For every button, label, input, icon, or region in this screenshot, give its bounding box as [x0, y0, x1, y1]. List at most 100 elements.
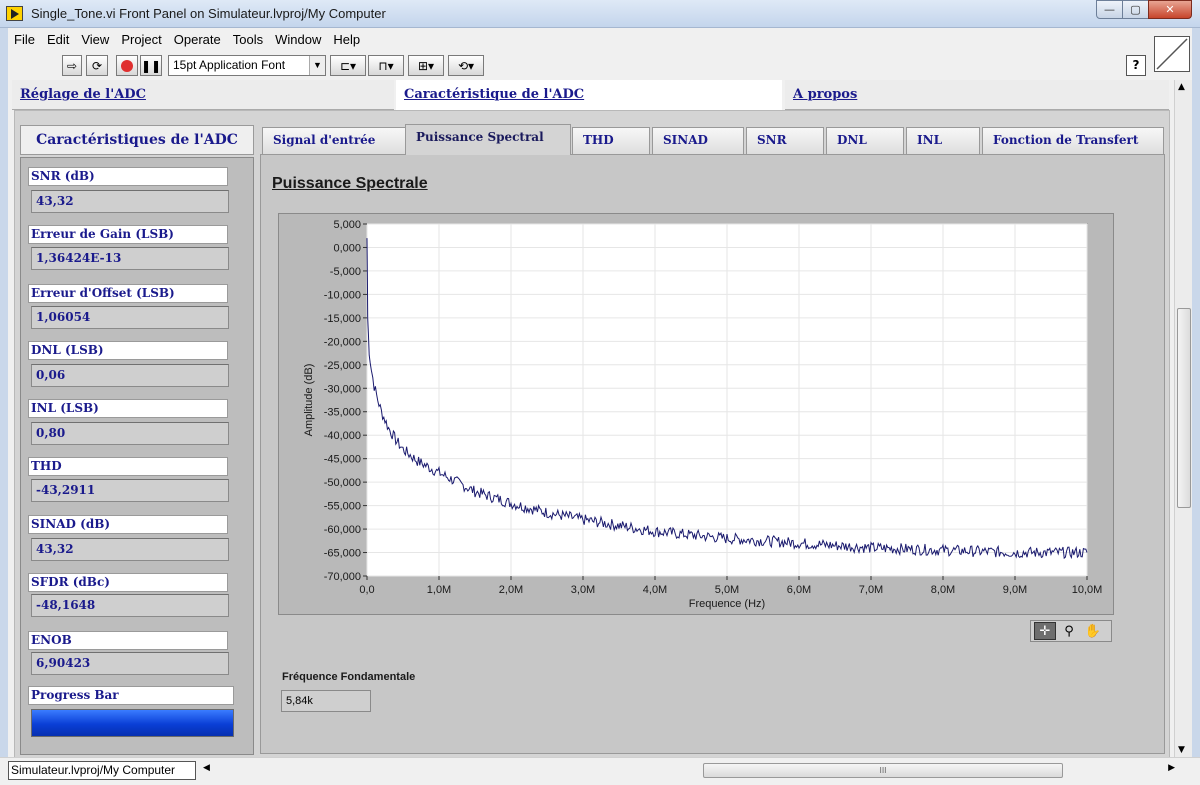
close-button[interactable]: ✕: [1148, 0, 1192, 19]
tab-sinad[interactable]: SINAD: [652, 127, 744, 155]
y-axis-label: Amplitude (dB): [303, 364, 315, 437]
resize-objects-icon[interactable]: ⊞▾: [408, 55, 444, 76]
tab-signal-entree[interactable]: Signal d'entrée: [262, 127, 406, 155]
x-tick-label: 4,0M: [643, 584, 667, 596]
scroll-right-icon[interactable]: ▶: [1168, 763, 1175, 773]
tab-fonction-transfert[interactable]: Fonction de Transfert: [982, 127, 1164, 155]
window-title: Single_Tone.vi Front Panel on Simulateur…: [31, 6, 386, 21]
run-arrow-icon[interactable]: ⇨: [62, 55, 82, 76]
tab-reglage-adc[interactable]: Réglage de l'ADC: [12, 80, 394, 110]
menu-help[interactable]: Help: [333, 32, 360, 47]
tab-a-propos[interactable]: A propos: [785, 80, 1169, 110]
y-tick-label: -55,000: [324, 501, 361, 513]
offset-error-value: 1,06054: [31, 306, 229, 329]
distribute-objects-icon[interactable]: ⊓▾: [368, 55, 404, 76]
tab-inl[interactable]: INL: [906, 127, 980, 155]
x-tick-label: 8,0M: [931, 584, 955, 596]
tab-dnl[interactable]: DNL: [826, 127, 904, 155]
hscroll-thumb[interactable]: III: [703, 763, 1063, 778]
y-tick-label: -65,000: [324, 548, 361, 560]
thd-value: -43,2911: [31, 479, 229, 502]
sidebar-title: Caractéristiques de l'ADC: [20, 125, 254, 155]
tab-snr[interactable]: SNR: [746, 127, 824, 155]
fundamental-frequency-value: 5,84k: [281, 690, 371, 712]
menu-tools[interactable]: Tools: [233, 32, 263, 47]
abort-icon[interactable]: [116, 55, 138, 76]
tab-caracteristique-adc[interactable]: Caractéristique de l'ADC: [396, 80, 782, 110]
inl-value: 0,80: [31, 422, 229, 445]
x-tick-label: 6,0M: [787, 584, 811, 596]
y-tick-label: -5,000: [330, 266, 361, 278]
y-tick-label: -35,000: [324, 407, 361, 419]
x-tick-label: 3,0M: [571, 584, 595, 596]
menu-window[interactable]: Window: [275, 32, 321, 47]
x-tick-label: 9,0M: [1003, 584, 1027, 596]
tab-puissance-spectral[interactable]: Puissance Spectral: [405, 124, 571, 155]
dnl-value: 0,06: [31, 364, 229, 387]
context-help-button[interactable]: ?: [1126, 55, 1146, 76]
scroll-down-icon[interactable]: ▼: [1178, 745, 1185, 755]
menu-view[interactable]: View: [81, 32, 109, 47]
menu-edit[interactable]: Edit: [47, 32, 69, 47]
gain-error-value: 1,36424E-13: [31, 247, 229, 270]
chevron-down-icon: ▼: [309, 56, 325, 75]
y-axis-ticks: 5,000 0,000 -5,000 -10,000 -15,000 -20,000 -25…: [324, 219, 367, 583]
status-bar: Simulateur.lvproj/My Computer ◀ III ▶: [0, 757, 1200, 785]
snr-label: SNR (dB): [28, 167, 228, 186]
tab-thd[interactable]: THD: [572, 127, 650, 155]
y-tick-label: 0,000: [333, 242, 361, 254]
run-continuously-icon[interactable]: ⟳: [86, 55, 108, 76]
thd-label: THD: [28, 457, 228, 476]
scroll-left-icon[interactable]: ◀: [203, 763, 210, 773]
maximize-button[interactable]: ▢: [1122, 0, 1149, 19]
minimize-button[interactable]: —: [1096, 0, 1123, 19]
pan-hand-icon[interactable]: ✋: [1082, 622, 1104, 640]
y-tick-label: -60,000: [324, 524, 361, 536]
x-tick-label: 10,0M: [1072, 584, 1103, 596]
menu-operate[interactable]: Operate: [174, 32, 221, 47]
progress-bar-fill: [32, 710, 233, 736]
pause-icon[interactable]: ❚❚: [140, 55, 162, 76]
title-bar: Single_Tone.vi Front Panel on Simulateur…: [0, 0, 1200, 28]
sfdr-value: -48,1648: [31, 594, 229, 617]
reorder-icon[interactable]: ⟲▾: [448, 55, 484, 76]
menu-project[interactable]: Project: [121, 32, 161, 47]
progress-bar-label: Progress Bar: [28, 686, 234, 705]
vertical-scrollbar[interactable]: ▲ ▼: [1174, 80, 1192, 757]
y-tick-label: 5,000: [333, 219, 361, 231]
progress-bar: [31, 709, 234, 737]
y-tick-label: -30,000: [324, 383, 361, 395]
font-select[interactable]: 15pt Application Font ▼: [168, 55, 326, 76]
y-tick-label: -50,000: [324, 477, 361, 489]
menu-bar: File Edit View Project Operate Tools Win…: [8, 28, 1192, 50]
y-tick-label: -10,000: [324, 289, 361, 301]
scroll-thumb[interactable]: [1177, 308, 1191, 508]
project-path: Simulateur.lvproj/My Computer: [8, 761, 196, 780]
menu-file[interactable]: File: [14, 32, 35, 47]
enob-value: 6,90423: [31, 652, 229, 675]
enob-label: ENOB: [28, 631, 228, 650]
y-tick-label: -15,000: [324, 313, 361, 325]
offset-error-label: Erreur d'Offset (LSB): [28, 284, 228, 303]
x-axis-ticks: 0,0 1,0M 2,0M 3,0M 4,0M 5,0M 6,0M 7,0M 8,0M 9,0M 1…: [359, 576, 1102, 596]
window-controls: — ▢ ✕: [1096, 0, 1192, 19]
align-objects-icon[interactable]: ⊏▾: [330, 55, 366, 76]
vi-icon: [1154, 36, 1190, 72]
crosshair-icon[interactable]: ✛: [1034, 622, 1056, 640]
x-tick-label: 1,0M: [427, 584, 451, 596]
x-tick-label: 5,0M: [715, 584, 739, 596]
dnl-label: DNL (LSB): [28, 341, 228, 360]
horizontal-scrollbar[interactable]: ◀ III ▶: [203, 762, 1175, 779]
labview-icon: [6, 6, 23, 21]
section-title: Puissance Spectrale: [272, 175, 428, 192]
fundamental-frequency-label: Fréquence Fondamentale: [282, 671, 416, 683]
toolbar: ⇨ ⟳ ❚❚ 15pt Application Font ▼ ⊏▾ ⊓▾ ⊞▾ …: [8, 36, 1192, 80]
y-tick-label: -70,000: [324, 571, 361, 583]
zoom-icon[interactable]: ⚲: [1058, 622, 1080, 640]
sfdr-label: SFDR (dBc): [28, 573, 228, 592]
y-tick-label: -25,000: [324, 360, 361, 372]
x-tick-label: 2,0M: [499, 584, 523, 596]
spectral-power-chart: 5,000 0,000 -5,000 -10,000 -15,000 -20,000 -25…: [303, 219, 1102, 610]
font-select-value: 15pt Application Font: [173, 58, 286, 72]
scroll-up-icon[interactable]: ▲: [1178, 82, 1185, 92]
